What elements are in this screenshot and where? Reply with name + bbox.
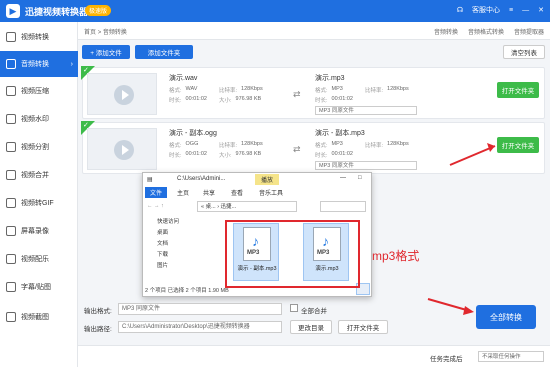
tab-share[interactable]: 共享 [203,188,215,197]
navigation-pane: 快速访问 桌面 文档 下载 图片 [145,217,225,287]
after-task-label: 任务完成后 [430,356,463,363]
address-field[interactable]: « 桌... › 迅捷... [197,201,297,212]
nav-desktop[interactable]: 桌面 [145,228,225,239]
explorer-search-input[interactable] [320,201,366,212]
nav-documents[interactable]: 文档 [145,239,225,250]
annotation-label: mp3格式 [372,249,420,263]
merge-label: 全部合并 [301,308,327,315]
output-format-select[interactable]: MP3 同原文件 [118,303,282,315]
convert-all-button[interactable]: 全部转换 [476,305,536,329]
nav-pictures[interactable]: 图片 [145,261,225,272]
explorer-status-bar: 2 个项目 已选择 2 个项目 1.90 MB [145,288,229,294]
explorer-title: C:\Users\Admini... [177,176,226,182]
change-dir-button[interactable]: 更改目录 [290,320,332,334]
output-path-label: 输出路径: [84,326,112,333]
highlight-box [225,220,360,288]
tab-view[interactable]: 查看 [231,188,243,197]
minimize-icon[interactable]: — [340,175,346,181]
output-path-input[interactable]: C:\Users\Administrator\Desktop\迅捷视频转换器 [118,321,282,333]
maximize-icon[interactable]: □ [358,175,362,181]
explorer-titlebar: ▤ C:\Users\Admini... 播放 — □ [143,173,371,186]
tab-home[interactable]: 主页 [177,188,189,197]
tool-tab-play[interactable]: 播放 [255,174,280,185]
merge-checkbox[interactable] [290,304,298,312]
output-format-label: 输出格式: [84,308,112,315]
tab-music-tools[interactable]: 音乐工具 [259,188,283,197]
back-forward-icon[interactable]: ← → ↑ [147,203,164,209]
nav-downloads[interactable]: 下载 [145,250,225,261]
status-bar: 任务完成后 不采取任何操作 [78,345,550,367]
nav-quick-access[interactable]: 快速访问 [145,217,225,228]
tab-file[interactable]: 文件 [145,187,168,198]
after-task-select[interactable]: 不采取任何操作 [478,351,544,362]
folder-icon: ▤ [147,177,153,183]
open-output-folder-button[interactable]: 打开文件夹 [338,320,388,334]
explorer-ribbon-tabs: 文件 主页 共享 查看 音乐工具 [143,186,371,198]
address-bar: ← → ↑ « 桌... › 迅捷... [145,201,369,213]
